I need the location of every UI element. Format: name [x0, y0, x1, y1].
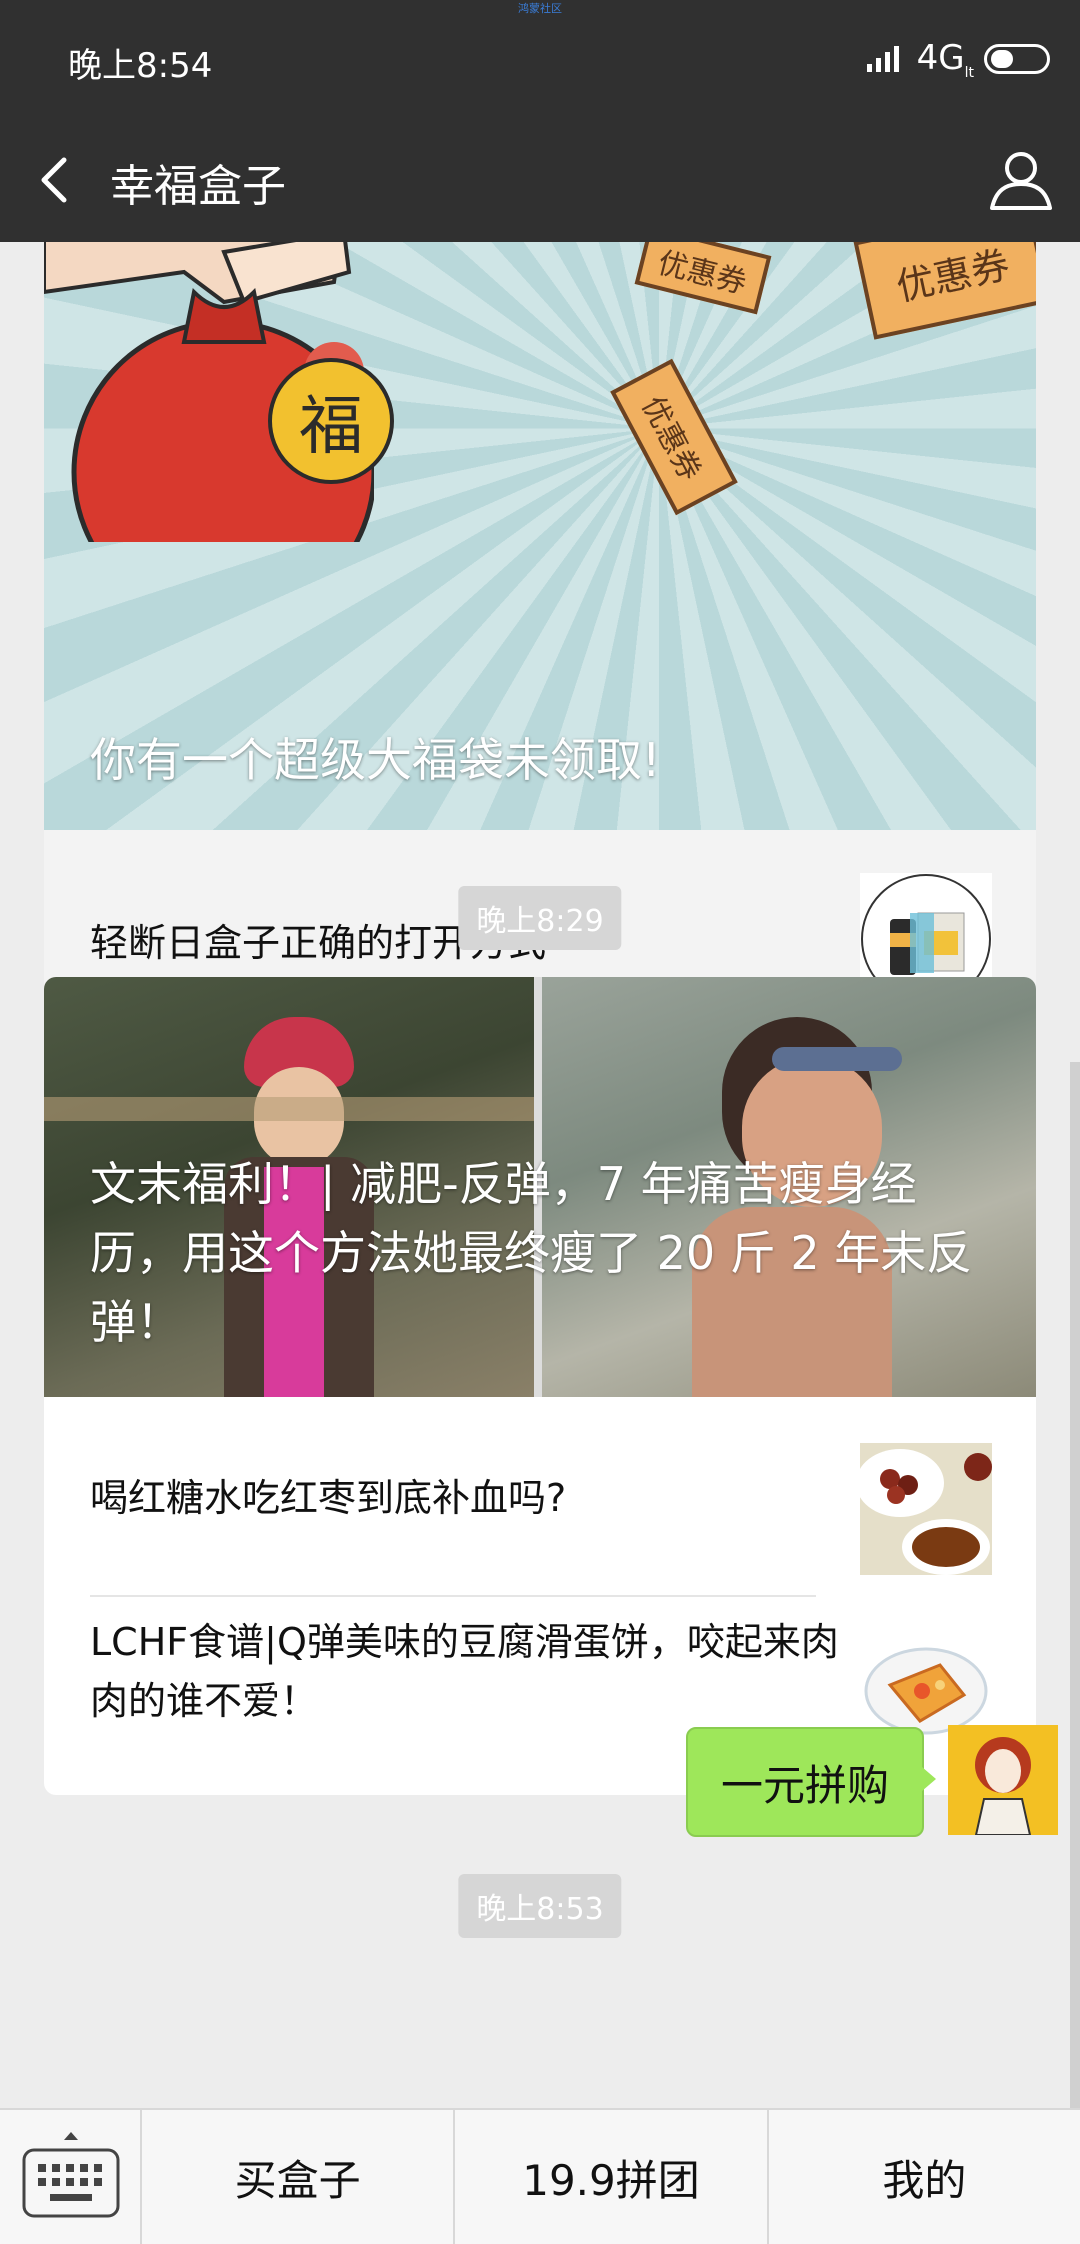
red-dates-image [860, 1443, 992, 1575]
status-bar: 鸿蒙社区 晚上8:54 4Glt [0, 0, 1080, 120]
status-time: 晚上8:54 [68, 46, 213, 86]
user-avatar[interactable] [948, 1725, 1058, 1835]
article-banner[interactable]: 福 优惠券 优惠券 优惠券 你有一个超级大福袋未领取! [44, 242, 1036, 830]
keyboard-toggle-button[interactable] [0, 2110, 142, 2244]
scrollbar[interactable] [1070, 1062, 1080, 2108]
sent-message-bubble[interactable]: 一元拼购 [686, 1727, 936, 1837]
article-item-title: 喝红糖水吃红枣到底补血吗? [90, 1476, 567, 1520]
bottom-menu: 买盒子 19.9拼团 我的 [0, 2108, 1080, 2244]
watermark-text: 鸿蒙社区 [518, 2, 562, 15]
status-indicators: 4Glt [866, 38, 1050, 81]
back-arrow-icon[interactable] [28, 150, 88, 210]
timestamp-label: 晚上8:29 [458, 886, 622, 950]
timestamp-label: 晚上8:53 [458, 1874, 622, 1938]
menu-item-mine[interactable]: 我的 [769, 2110, 1080, 2244]
chat-title: 幸福盒子 [110, 161, 286, 212]
coupon-graphic: 优惠券 [853, 242, 1036, 340]
menu-item-group-buy[interactable]: 19.9拼团 [455, 2110, 769, 2244]
banner-title: 文末福利！| 减肥-反弹，7 年痛苦瘦身经历，用这个方法她最终瘦了 20 斤 2… [90, 1157, 973, 1349]
bag-emblem: 福 [268, 358, 394, 484]
article-thumbnail [860, 1443, 992, 1575]
banner-title: 你有一个超级大福袋未领取! [90, 733, 661, 787]
coupon-graphic: 优惠券 [634, 242, 772, 315]
battery-icon [984, 44, 1050, 75]
profile-icon[interactable] [986, 146, 1056, 216]
article-banner[interactable]: 文末福利！| 减肥-反弹，7 年痛苦瘦身经历，用这个方法她最终瘦了 20 斤 2… [44, 977, 1036, 1397]
article-list-item[interactable]: 喝红糖水吃红枣到底补血吗? [44, 1397, 1036, 1595]
article-item-title: LCHF食谱|Q弹美味的豆腐滑蛋饼，咬起来肉肉的谁不爱！ [90, 1620, 839, 1723]
menu-item-buy-box[interactable]: 买盒子 [142, 2110, 456, 2244]
avatar-illustration [948, 1725, 1058, 1835]
network-type: 4Glt [916, 38, 974, 81]
keyboard-icon [22, 2132, 120, 2218]
article-card[interactable]: 文末福利！| 减肥-反弹，7 年痛苦瘦身经历，用这个方法她最终瘦了 20 斤 2… [44, 977, 1036, 1795]
signal-icon [866, 44, 907, 74]
coupon-graphic: 优惠券 [610, 358, 738, 516]
nav-bar: 幸福盒子 [0, 120, 1080, 242]
